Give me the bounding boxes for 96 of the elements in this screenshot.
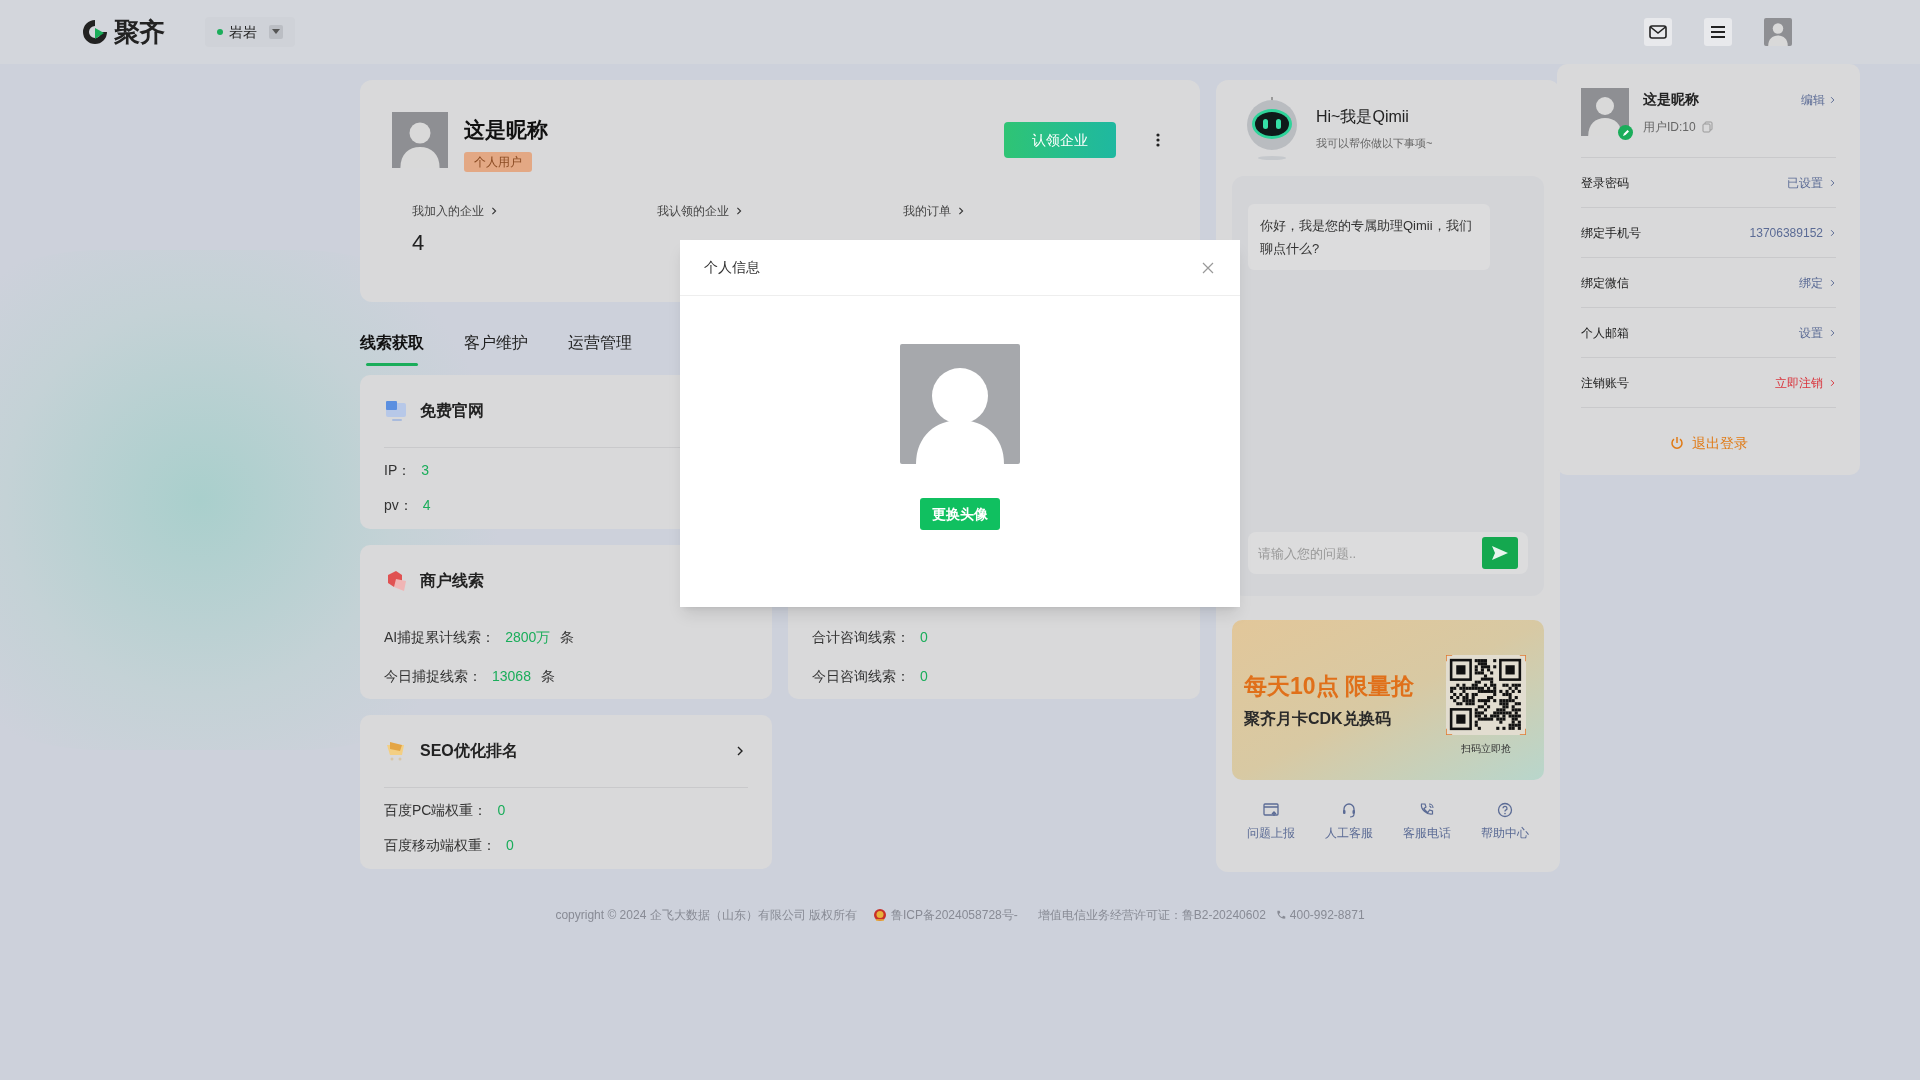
setting-label: 注销账号 — [1581, 374, 1629, 392]
field-value: 0 — [920, 667, 928, 686]
tab[interactable]: 运营管理 — [568, 330, 632, 366]
chevron-icon — [1829, 277, 1836, 288]
field-value: 3 — [421, 461, 430, 480]
close-button[interactable] — [1202, 260, 1216, 275]
field-label: 今日咨询线索： — [812, 667, 910, 686]
field-value: 0 — [920, 628, 928, 647]
field-label: 百度PC端权重： — [384, 801, 488, 820]
chevron-icon — [1829, 327, 1836, 338]
stat-link[interactable]: 我加入的企业 — [412, 201, 498, 220]
question-field[interactable]: 请输入您的问题.. — [1248, 532, 1528, 574]
unit-text: 条 — [560, 628, 575, 647]
field-value: 0 — [497, 801, 506, 820]
dialog-title: 个人信息 — [704, 258, 760, 277]
headset-icon — [1341, 802, 1357, 818]
card-title: 商户线索 — [420, 571, 484, 591]
field-label: pv： — [384, 496, 413, 515]
user-type-tag: 个人用户 — [464, 151, 532, 172]
field-label: 今日捕捉线索： — [384, 667, 482, 686]
banner-subline: 聚齐月卡CDK兑换码 — [1244, 709, 1392, 730]
more-icon — [1156, 133, 1160, 147]
setting-label: 登录密码 — [1581, 174, 1629, 192]
copy-icon — [1701, 121, 1713, 133]
field-value: 4 — [422, 496, 431, 515]
field-value: 2800万 — [505, 628, 551, 647]
settings-row[interactable]: 绑定微信 绑定 — [1581, 258, 1836, 308]
shortcut-button[interactable]: 人工客服 — [1310, 802, 1388, 842]
field-label: IP： — [384, 461, 412, 480]
menu-icon — [1711, 26, 1725, 38]
setting-label: 绑定微信 — [1581, 274, 1629, 292]
assistant-subtitle: 我可以帮你做以下事项~ — [1316, 135, 1433, 151]
card-title: SEO优化排名 — [420, 741, 518, 761]
shortcut-button[interactable]: 帮助中心 — [1466, 802, 1544, 842]
edit-link[interactable]: 编辑 — [1801, 90, 1836, 109]
menu-button[interactable] — [1704, 18, 1732, 46]
edit-avatar-badge[interactable] — [1618, 125, 1633, 140]
setting-value: 13706389152 — [1749, 224, 1823, 242]
field-label: 合计咨询线索： — [812, 628, 910, 647]
logo-icon — [80, 17, 110, 47]
chevron-icon — [1829, 94, 1836, 105]
report-icon — [1263, 802, 1279, 818]
emblem-icon — [873, 908, 887, 922]
qr-caption: 扫码立即抢 — [1461, 741, 1511, 756]
chevron-icon — [1829, 177, 1836, 188]
promo-banner[interactable]: 每天10点 限量抢 聚齐月卡CDK兑换码 扫码立即抢 — [1232, 620, 1544, 780]
copyright-text: copyright © 2024 企飞大数据（山东）有限公司 版权所有 — [555, 907, 857, 924]
field-value: 0 — [506, 836, 514, 855]
phone-number: 400-992-8871 — [1289, 907, 1365, 924]
close-icon — [1202, 261, 1214, 274]
robot-icon — [1244, 95, 1300, 161]
tab[interactable]: 客户维护 — [464, 330, 528, 366]
chevron-icon — [735, 745, 745, 757]
stat-value: 4 — [412, 228, 426, 257]
workspace-selector[interactable]: 岩岩 — [204, 17, 295, 47]
monitor-icon — [384, 399, 408, 423]
chat-bubble: 你好，我是您的专属助理Qimii，我们聊点什么? — [1248, 204, 1490, 270]
phone-icon — [1419, 802, 1435, 818]
settings-row[interactable]: 个人邮箱 设置 — [1581, 308, 1836, 358]
license-text: 增值电信业务经营许可证：鲁B2-20240602 — [1037, 907, 1266, 924]
qr-code-icon — [1446, 654, 1526, 735]
tab[interactable]: 线索获取 — [360, 330, 424, 366]
setting-value: 绑定 — [1799, 274, 1823, 292]
settings-row[interactable]: 绑定手机号 13706389152 — [1581, 208, 1836, 258]
field-label: 百度移动端权重： — [384, 836, 496, 855]
card-title: 免费官网 — [420, 401, 484, 421]
send-button[interactable] — [1482, 537, 1518, 569]
logo-text: 聚齐 — [114, 15, 165, 49]
caret-icon — [271, 29, 280, 35]
shortcut-button[interactable]: 客服电话 — [1388, 802, 1466, 842]
settings-row[interactable]: 注销账号 立即注销 — [1581, 358, 1836, 408]
user-name: 这是昵称 — [1643, 90, 1699, 109]
mail-button[interactable] — [1644, 18, 1672, 46]
field-label: AI捕捉累计线索： — [384, 628, 496, 647]
banner-headline: 每天10点 限量抢 — [1244, 671, 1414, 701]
shortcut-button[interactable]: 问题上报 — [1232, 802, 1310, 842]
stat-link[interactable]: 我的订单 — [902, 201, 965, 220]
setting-value: 立即注销 — [1775, 374, 1823, 392]
phone-icon — [1275, 910, 1286, 920]
chevron-icon — [1829, 377, 1836, 388]
setting-label: 绑定手机号 — [1581, 224, 1641, 242]
send-icon — [1492, 546, 1508, 560]
assistant-title: Hi~我是Qimii — [1316, 106, 1410, 127]
help-icon — [1497, 802, 1513, 818]
settings-row[interactable]: 登录密码 已设置 — [1581, 158, 1836, 208]
chevron-icon — [1829, 227, 1836, 238]
field-value: 13068 — [492, 667, 531, 686]
setting-label: 个人邮箱 — [1581, 324, 1629, 342]
user-id: 用户ID:10 — [1643, 119, 1696, 136]
setting-value: 设置 — [1799, 324, 1823, 342]
setting-value: 已设置 — [1787, 174, 1823, 192]
stat-link[interactable]: 我认领的企业 — [657, 201, 744, 220]
mail-icon — [1649, 25, 1667, 39]
power-icon — [1669, 436, 1684, 450]
user-name: 这是昵称 — [464, 117, 548, 143]
unit-text: 条 — [540, 667, 555, 686]
